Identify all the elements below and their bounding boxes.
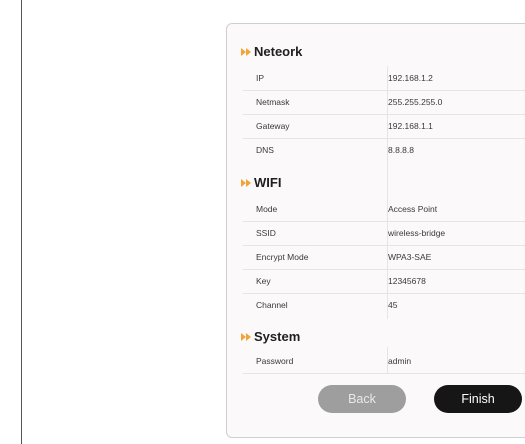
double-arrow-icon	[241, 332, 251, 341]
table-row: Mode Access Point	[243, 197, 525, 222]
row-label: Password	[256, 356, 294, 366]
row-label: Key	[256, 276, 271, 286]
row-label: Netmask	[256, 97, 290, 107]
row-value: Access Point	[388, 204, 438, 214]
row-label: Gateway	[256, 121, 290, 131]
section-network-label: Neteork	[254, 44, 303, 59]
section-wifi-label: WIFI	[254, 175, 282, 190]
row-label: IP	[256, 73, 265, 83]
row-label: SSID	[256, 228, 276, 238]
double-arrow-icon	[241, 178, 251, 187]
row-value: 8.8.8.8	[388, 145, 414, 155]
row-value: 45	[388, 300, 398, 310]
row-value: 255.255.255.0	[388, 97, 443, 107]
row-value: 12345678	[388, 276, 426, 286]
table-row: DNS 8.8.8.8	[243, 138, 525, 162]
row-value: wireless-bridge	[388, 228, 446, 238]
table-row: Encrypt Mode WPA3-SAE	[243, 245, 525, 270]
table-row: SSID wireless-bridge	[243, 221, 525, 246]
page: Neteork IP 192.168.1.2 Netmask 255.255.2…	[0, 0, 525, 444]
row-label: DNS	[256, 145, 274, 155]
row-value: WPA3-SAE	[388, 252, 432, 262]
left-divider	[21, 0, 22, 444]
row-label: Channel	[256, 300, 288, 310]
section-wifi-title: WIFI	[241, 175, 281, 190]
double-arrow-icon	[241, 47, 251, 56]
table-row: Netmask 255.255.255.0	[243, 90, 525, 115]
section-system-label: System	[254, 329, 301, 344]
row-value: 192.168.1.1	[388, 121, 433, 131]
table-row: Password admin	[243, 349, 525, 374]
row-label: Mode	[256, 204, 278, 214]
table-row: Channel 45	[243, 293, 525, 317]
table-row: Key 12345678	[243, 269, 525, 294]
row-value: admin	[388, 356, 412, 366]
summary-card: Neteork IP 192.168.1.2 Netmask 255.255.2…	[226, 23, 525, 438]
section-system-title: System	[241, 329, 300, 344]
table-row: IP 192.168.1.2	[243, 66, 525, 91]
section-network-title: Neteork	[241, 44, 302, 59]
table-row: Gateway 192.168.1.1	[243, 114, 525, 139]
finish-button[interactable]: Finish	[434, 385, 522, 413]
back-button[interactable]: Back	[318, 385, 406, 413]
row-value: 192.168.1.2	[388, 73, 433, 83]
row-label: Encrypt Mode	[256, 252, 309, 262]
